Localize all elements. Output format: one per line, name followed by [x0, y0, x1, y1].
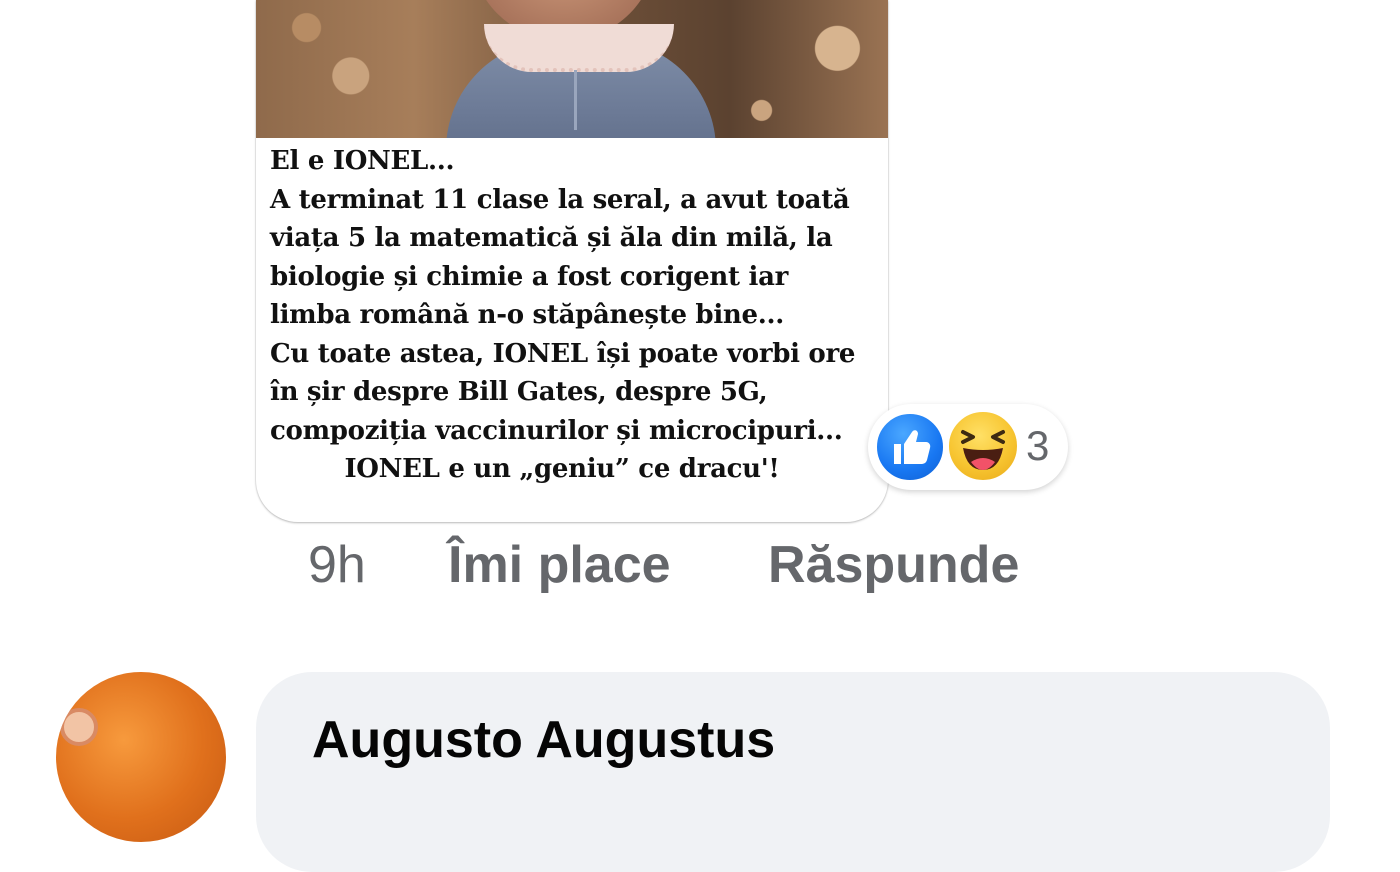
meme-caption-line: biologie și chimie a fost corigent iar [270, 261, 789, 292]
meme-caption-line: A terminat 11 clase la seral, a avut toa… [270, 184, 850, 215]
photo-figure-collar [484, 24, 674, 72]
meme-caption-line: viața 5 la matematică și ăla din milă, l… [270, 223, 833, 253]
avatar-detail [60, 708, 98, 746]
haha-icon [946, 409, 1020, 483]
avatar[interactable] [56, 672, 226, 842]
meme-caption-line: compoziția vaccinurilor și microcipuri..… [270, 415, 843, 446]
comment-bubble[interactable]: Augusto Augustus [256, 672, 1330, 872]
meme-caption-line: în șir despre Bill Gates, despre 5G, [270, 377, 768, 407]
reactions-summary[interactable]: 3 [868, 404, 1068, 490]
meme-caption: El e IONEL... A terminat 11 clase la ser… [270, 142, 874, 489]
comment-image-attachment[interactable]: El e IONEL... A terminat 11 clase la ser… [256, 0, 888, 522]
like-button[interactable]: Îmi place [448, 535, 671, 595]
meme-caption-line: limba română n-o stăpânește bine... [270, 300, 784, 330]
comment-author[interactable]: Augusto Augustus [312, 710, 775, 770]
reaction-count: 3 [1026, 422, 1050, 469]
meme-caption-line: IONEL e un „geniu” ce dracu'! [344, 454, 780, 484]
like-icon [874, 411, 946, 483]
meme-photo [256, 0, 888, 138]
comment-timestamp[interactable]: 9h [308, 535, 366, 595]
photo-figure-buttons [574, 70, 587, 130]
meme-caption-line: Cu toate astea, IONEL își poate vorbi or… [270, 338, 856, 369]
meme-caption-line: El e IONEL... [270, 146, 455, 176]
reply-button[interactable]: Răspunde [768, 535, 1019, 595]
